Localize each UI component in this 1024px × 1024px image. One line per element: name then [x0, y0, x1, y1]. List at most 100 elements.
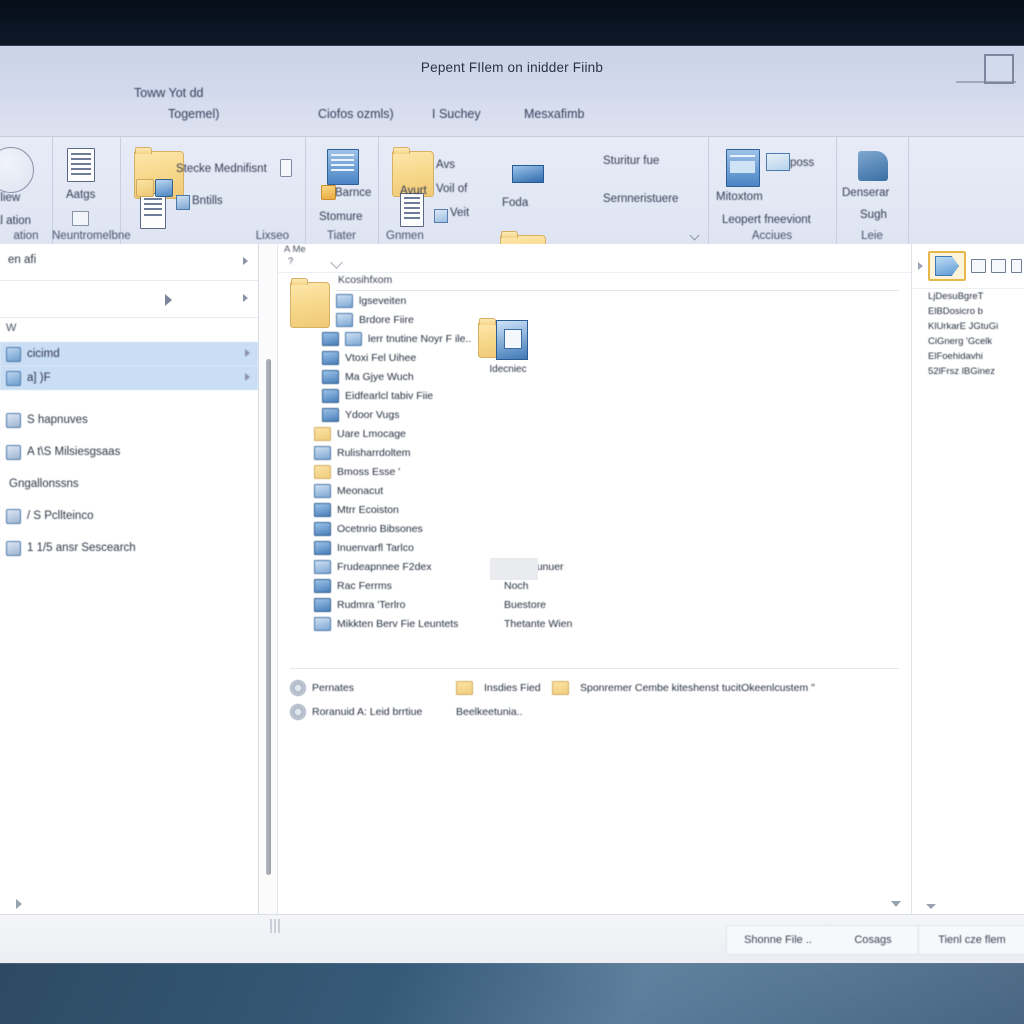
details-row[interactable]: CiGnerg 'Gcelk [912, 334, 1024, 349]
small-window-icon[interactable] [72, 211, 89, 226]
status-cell-cosags[interactable]: Cosags [828, 925, 919, 955]
gear-icon [290, 680, 306, 696]
export-icon[interactable] [766, 153, 790, 171]
picture-document-icon[interactable] [726, 149, 760, 187]
ribbon-btn-ation[interactable]: al ation [0, 215, 31, 227]
column-headers[interactable]: Kcosihfxom [336, 274, 899, 291]
tab-toww-yot-dd[interactable]: Toww Yot dd [134, 86, 204, 100]
details-scroll-down-icon[interactable] [926, 904, 936, 909]
list-item[interactable]: Roranuid A: Leid brrtiue Beelkeetunia.. [290, 700, 899, 724]
copy-icon[interactable] [971, 259, 986, 273]
preview-tile[interactable]: Idecniec [476, 318, 540, 375]
ribbon-btn-poss[interactable]: poss [790, 157, 814, 169]
status-grip-icon[interactable] [270, 919, 280, 933]
list-item[interactable]: Frudeapnnee F2dexEonteitunuer [314, 557, 899, 576]
refresh-icon[interactable] [330, 256, 343, 269]
ribbon-btn-sturitur-fue[interactable]: Sturitur fue [603, 155, 659, 167]
dialog-launcher-icon[interactable] [689, 230, 700, 241]
ribbon-btn-foda[interactable]: Foda [502, 197, 528, 209]
breadcrumb-sub[interactable]: ? [288, 256, 293, 267]
ribbon-btn-leopert-fneeviont[interactable]: Leopert fneeviont [722, 214, 811, 226]
tab-togemel[interactable]: Togemel) [168, 107, 219, 121]
more-icon[interactable] [1011, 259, 1022, 273]
file-col2: Insdies Fied [484, 682, 541, 694]
nav-header[interactable]: en afi [0, 244, 258, 281]
list-item[interactable]: Brdore Fiire [336, 310, 899, 329]
column-header-name[interactable]: Kcosihfxom [338, 274, 392, 286]
chevron-right-icon-5[interactable] [918, 262, 923, 270]
sidebar-item-a-jf[interactable]: a] )F [0, 366, 258, 390]
chevron-expand-icon[interactable] [165, 294, 172, 306]
scrollbar-thumb[interactable] [266, 359, 271, 875]
ribbon-btn-voil-of[interactable]: Voil of [436, 183, 467, 195]
paste-icon[interactable] [991, 259, 1006, 273]
breadcrumb[interactable]: A Me ? [278, 244, 911, 273]
nav-subheader[interactable] [0, 281, 258, 318]
chevron-right-icon-3[interactable] [245, 349, 250, 357]
ribbon-btn-avs[interactable]: Avs [436, 159, 455, 171]
list-item[interactable]: Rudmra 'Terlro Buestore [314, 595, 899, 614]
content-scroll-down-icon[interactable] [891, 901, 901, 907]
details-row[interactable]: ElFoehidavhi [912, 349, 1024, 364]
list-item[interactable]: Inuenvarfl Tarlco [314, 538, 899, 557]
sidebar-item-hapnuves[interactable]: S hapnuves [0, 408, 258, 432]
ribbon-btn-view[interactable]: t liew [0, 192, 20, 204]
ribbon-btn-barnce[interactable]: Barnce [335, 187, 371, 199]
sidebar-item-milsiesgsaas[interactable]: A t\S Milsiesgsaas [0, 440, 258, 464]
ribbon-btn-bntills[interactable]: Bntills [192, 195, 223, 207]
list-item[interactable]: lerr tnutine Noyr F ile.. [322, 329, 899, 348]
list-item[interactable]: Ma Gjye Wuch [322, 367, 899, 386]
ribbon-btn-stecke-mednifisnt[interactable]: Stecke Mednifisnt [176, 163, 267, 175]
details-row[interactable]: 52lFrsz lBGinez [912, 364, 1024, 379]
ribbon-btn-sugh[interactable]: Sugh [860, 209, 887, 221]
list-item[interactable]: Rulisharrdoltem [314, 443, 899, 462]
sidebar-item-gngallonssns[interactable]: Gngallonssns [0, 472, 258, 496]
list-document-icon[interactable] [67, 148, 95, 182]
list-item[interactable]: Uare Lmocage [314, 424, 899, 443]
breadcrumb-path[interactable]: A Me [284, 244, 306, 255]
chevron-right-icon-4[interactable] [245, 373, 250, 381]
chevron-right-icon[interactable] [243, 257, 248, 265]
list-item[interactable]: Vtoxi Fel Uihee [322, 348, 899, 367]
tab-ciofos[interactable]: Ciofos ozmls) [318, 107, 394, 121]
maximize-button[interactable] [984, 54, 1014, 84]
arrow-tool-button[interactable] [928, 251, 966, 281]
ribbon-btn-sernneristuere[interactable]: Sernneristuere [603, 193, 678, 205]
tab-mesxafimb[interactable]: Mesxafimb [524, 107, 584, 121]
preview-tile-label: Idecniec [489, 364, 527, 375]
blue-document-icon[interactable] [327, 149, 359, 185]
status-cell-shonne-file[interactable]: Shonne File .. [726, 925, 830, 955]
list-item[interactable]: Mikkten Berv Fie Leuntets Thetante Wien [314, 614, 899, 633]
nav-scroll-down-icon[interactable] [16, 899, 22, 909]
globe-icon[interactable] [0, 147, 34, 193]
list-item[interactable]: Rac Ferrms Noch [314, 576, 899, 595]
file-name: Meonacut [337, 484, 384, 497]
pane-splitter[interactable] [259, 244, 277, 915]
list-item[interactable]: Pernates Insdies Fied Sponremer Cembe ki… [290, 676, 899, 700]
list-item[interactable]: Meonacut [314, 481, 899, 500]
ribbon-btn-veit[interactable]: Veit [450, 207, 469, 219]
details-row[interactable]: ElBDosicro b [912, 304, 1024, 319]
sidebar-item-pcllteinco[interactable]: / S Pcllteinco [0, 504, 258, 528]
list-item[interactable]: Eidfearlcl tabiv Fiie [322, 386, 899, 405]
sidebar-item-sescearch[interactable]: 1 1/5 ansr Sescearch [0, 536, 258, 560]
status-cell-tienl-cze-flem[interactable]: Tienl cze flem [918, 925, 1024, 955]
tab-suchey[interactable]: I Suchey [432, 107, 481, 121]
ribbon-btn-stomure[interactable]: Stomure [319, 211, 362, 223]
ribbon-btn-mitoxtom[interactable]: Mitoxtom [716, 191, 763, 203]
ribbon-btn-aatgs[interactable]: Aatgs [66, 189, 95, 201]
list-item[interactable]: Bmoss Esse ' [314, 462, 899, 481]
ribbon-group-gnmen: Avs Voil of Veit Avurt Foda Sturitur fue… [378, 137, 709, 367]
mini-folder-icon [136, 179, 154, 197]
comment-bubble-icon[interactable] [858, 151, 888, 181]
chevron-right-icon-2[interactable] [243, 294, 248, 302]
list-item[interactable]: Ydoor Vugs [322, 405, 899, 424]
list-item[interactable]: Ocetnrio Bibsones [314, 519, 899, 538]
list-item[interactable]: Mtrr Ecoiston [314, 500, 899, 519]
list-item[interactable]: lgseveiten [336, 291, 899, 310]
details-row[interactable]: LjDesuBgreT [912, 289, 1024, 304]
details-row[interactable]: KlUrkarE JGtuGi [912, 319, 1024, 334]
ribbon-btn-denserar[interactable]: Denserar [842, 187, 889, 199]
sidebar-item-cicimd[interactable]: cicimd [0, 342, 258, 366]
ribbon-btn-avurt[interactable]: Avurt [400, 185, 427, 197]
